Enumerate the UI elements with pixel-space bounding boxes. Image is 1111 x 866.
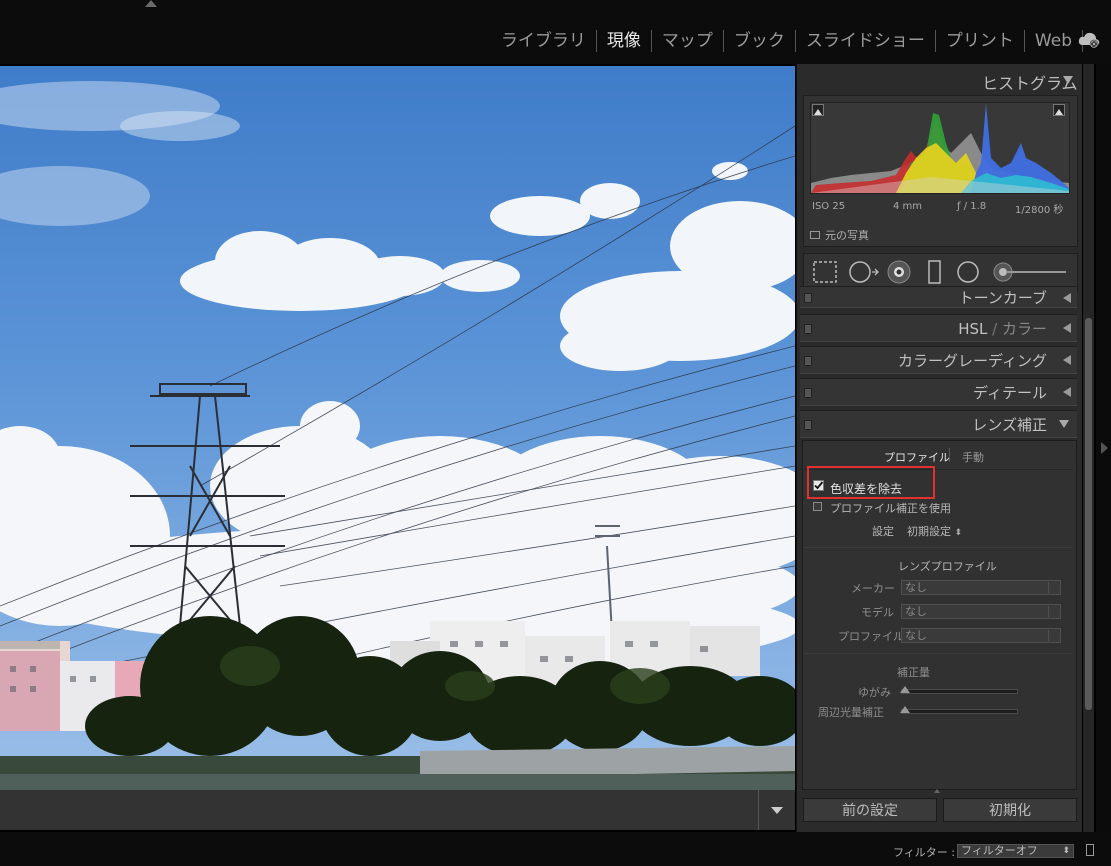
expand-icon	[1063, 293, 1071, 303]
right-panel-toggle-icon[interactable]	[1101, 442, 1108, 454]
section-detail[interactable]: ディテール	[800, 378, 1077, 406]
exif-iso: ISO 25	[812, 201, 846, 212]
filter-label: フィルター :	[893, 846, 955, 859]
lens-switch[interactable]	[804, 420, 812, 430]
filter-select[interactable]: フィルターオフ ⬍	[957, 844, 1074, 858]
module-library[interactable]: ライブラリ	[491, 30, 597, 52]
updown-icon: ⬍	[1062, 846, 1070, 856]
detail-label: ディテール	[973, 384, 1047, 402]
section-hsl-color[interactable]: HSL / カラー	[800, 314, 1077, 342]
triangle-up-icon	[1055, 109, 1063, 115]
triangle-up-icon	[814, 109, 822, 115]
detail-switch[interactable]	[804, 388, 812, 398]
original-photo-toggle[interactable]: 元の写真	[810, 227, 869, 243]
maker-select[interactable]: なし	[901, 580, 1061, 595]
filter-value: フィルターオフ	[961, 844, 1038, 857]
section-tone-curve[interactable]: トーンカーブ	[800, 286, 1077, 308]
filter-lock-icon[interactable]	[1086, 844, 1094, 856]
model-label: モデル	[861, 606, 894, 619]
graduated-filter-icon[interactable]	[928, 260, 941, 284]
hsl-switch[interactable]	[804, 324, 812, 334]
distortion-slider[interactable]	[901, 689, 1018, 694]
updown-icon: ⬍	[954, 528, 963, 538]
tab-divider	[949, 448, 950, 462]
enable-profile-label[interactable]: プロファイル補正を使用	[830, 500, 951, 516]
amount-heading: 補正量	[897, 666, 930, 679]
module-slideshow[interactable]: スライドショー	[796, 30, 936, 52]
tone-curve-label: トーンカーブ	[958, 289, 1047, 307]
vignetting-slider[interactable]	[901, 709, 1018, 714]
model-select[interactable]: なし	[901, 604, 1061, 619]
expand-icon	[1063, 323, 1071, 333]
expand-icon	[1063, 355, 1071, 365]
profile-value: なし	[905, 629, 927, 642]
hsl-separator: /	[992, 320, 998, 338]
section-color-grading[interactable]: カラーグレーディング	[800, 346, 1077, 374]
exif-shutter: 1/2800 秒	[1015, 205, 1064, 216]
module-book[interactable]: ブック	[724, 30, 796, 52]
cloud-sync-icon[interactable]	[1077, 30, 1101, 50]
divider	[804, 653, 1073, 654]
toolbar	[0, 790, 795, 830]
setting-value: 初期設定	[907, 525, 951, 538]
exif-focal-length: 4 mm	[893, 201, 923, 212]
module-map[interactable]: マップ	[652, 30, 724, 52]
distortion-label: ゆがみ	[858, 686, 891, 699]
vignetting-label: 周辺光量補正	[818, 706, 884, 719]
histogram-graph[interactable]	[810, 102, 1070, 194]
red-eye-icon[interactable]	[887, 260, 911, 284]
spot-removal-icon[interactable]	[849, 261, 879, 283]
maker-value: なし	[905, 581, 927, 594]
profile-label: プロファイル	[838, 630, 904, 643]
chevron-down-icon	[771, 806, 783, 814]
top-panel-toggle-icon[interactable]	[145, 0, 157, 7]
hsl-tab[interactable]: HSL	[958, 320, 987, 338]
scrollbar-thumb[interactable]	[1085, 318, 1092, 710]
lens-corrections-label: レンズ補正	[972, 416, 1047, 434]
module-develop[interactable]: 現像	[597, 30, 652, 52]
original-photo-checkbox[interactable]	[810, 231, 820, 239]
highlight-clipping-toggle[interactable]	[1053, 104, 1065, 116]
highlight-box	[807, 466, 935, 499]
hsl-color-label: HSL / カラー	[958, 318, 1047, 339]
updown-icon	[1048, 630, 1058, 641]
distortion-slider-handle[interactable]	[900, 686, 910, 693]
module-print[interactable]: プリント	[936, 30, 1025, 52]
setting-dropdown[interactable]: 初期設定 ⬍	[907, 523, 962, 539]
enable-profile-checkbox[interactable]	[813, 502, 822, 511]
collapse-icon	[1059, 420, 1069, 428]
shadow-clipping-toggle[interactable]	[812, 104, 824, 116]
color-grading-label: カラーグレーディング	[898, 352, 1047, 370]
panel-end-marker-icon	[934, 789, 940, 793]
vignetting-slider-handle[interactable]	[900, 706, 910, 713]
exif-aperture: ƒ / 1.8	[957, 201, 987, 212]
radial-filter-icon[interactable]	[957, 261, 979, 283]
section-lens-corrections[interactable]: レンズ補正	[800, 410, 1077, 438]
crop-icon[interactable]	[813, 261, 837, 283]
color-tab[interactable]: カラー	[1002, 320, 1047, 338]
updown-icon	[1048, 582, 1058, 593]
setting-label: 設定	[872, 525, 894, 538]
tab-manual[interactable]: 手動	[962, 449, 984, 465]
color-grading-switch[interactable]	[804, 356, 812, 366]
maker-label: メーカー	[851, 582, 895, 595]
profile-select[interactable]: なし	[901, 628, 1061, 643]
model-value: なし	[905, 605, 927, 618]
tone-curve-switch[interactable]	[804, 293, 812, 303]
reset-button[interactable]: 初期化	[943, 798, 1077, 822]
updown-icon	[1048, 606, 1058, 617]
previous-settings-button[interactable]: 前の設定	[803, 798, 937, 822]
collapse-histogram-icon[interactable]	[1063, 76, 1073, 84]
divider	[804, 547, 1073, 548]
toolbar-menu-toggle[interactable]	[758, 790, 795, 830]
adjustment-brush-icon[interactable]	[993, 262, 1066, 282]
expand-icon	[1063, 387, 1071, 397]
module-web[interactable]: Web	[1025, 30, 1083, 52]
module-picker: ライブラリ 現像 マップ ブック スライドショー プリント Web	[491, 28, 1083, 54]
tab-profile[interactable]: プロファイル	[884, 449, 950, 465]
original-photo-label: 元の写真	[825, 229, 869, 242]
lens-profile-heading: レンズプロファイル	[898, 560, 997, 573]
photo-preview[interactable]	[0, 66, 795, 790]
